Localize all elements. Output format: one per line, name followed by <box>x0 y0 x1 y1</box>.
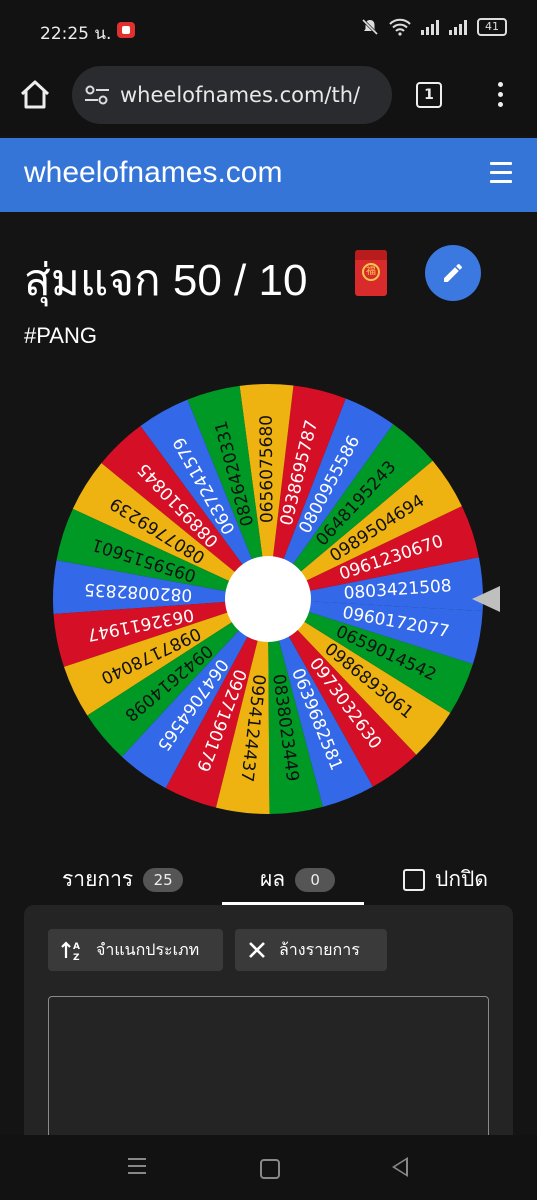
hide-label: ปกปิด <box>435 867 489 891</box>
url-text: wheelofnames.com/th/ <box>120 83 361 107</box>
address-bar[interactable]: wheelofnames.com/th/ <box>72 66 392 124</box>
entries-panel: AZ จำแนกประเภท ล้างรายการ <box>24 905 513 1146</box>
back-nav-icon[interactable] <box>392 1157 408 1177</box>
wheel-center-hub[interactable] <box>225 556 311 642</box>
status-icons: 41 <box>361 18 507 36</box>
browser-menu-icon[interactable] <box>494 82 506 112</box>
site-header: wheelofnames.com <box>0 138 537 212</box>
svg-text:Z: Z <box>73 953 80 962</box>
tab-entries-label: รายการ <box>62 867 134 891</box>
pencil-icon <box>444 263 462 282</box>
red-envelope-icon: 福 <box>355 250 387 296</box>
wheel-entry-label: 0656075680 <box>257 415 278 523</box>
hide-toggle[interactable]: ปกปิด <box>403 863 488 896</box>
entries-count-badge: 25 <box>143 867 184 892</box>
recent-apps-icon[interactable] <box>128 1158 146 1179</box>
sort-icon: AZ <box>61 941 80 962</box>
wheel-pointer <box>472 586 500 612</box>
screen-record-icon <box>117 22 135 38</box>
clear-label: ล้างรายการ <box>279 939 360 959</box>
edit-title-button[interactable] <box>425 245 481 301</box>
status-bar: 22:25 น. 41 <box>0 0 537 62</box>
battery-icon: 41 <box>477 18 507 36</box>
status-time: 22:25 น. <box>40 24 112 44</box>
signal-icon-2 <box>449 19 467 35</box>
system-nav-bar <box>0 1135 537 1200</box>
tab-entries[interactable]: รายการ 25 <box>62 863 184 896</box>
sort-button[interactable]: AZ จำแนกประเภท <box>48 929 223 971</box>
mute-icon <box>361 18 379 36</box>
clear-list-button[interactable]: ล้างรายการ <box>235 929 387 971</box>
spin-wheel[interactable]: 0803421508096123067009895046940648195243… <box>52 383 484 815</box>
wheel-title: สุ่มแจก 50 / 10 <box>24 256 308 305</box>
tab-results-label: ผล <box>260 867 286 891</box>
sort-label: จำแนกประเภท <box>96 939 200 959</box>
tab-results[interactable]: ผล 0 <box>260 863 336 896</box>
envelope-fu-char: 福 <box>362 263 380 281</box>
wifi-icon <box>389 18 411 36</box>
home-icon[interactable] <box>18 78 52 112</box>
hamburger-menu-icon[interactable] <box>490 162 512 186</box>
site-settings-icon[interactable] <box>84 84 110 106</box>
entries-results-tabs: รายการ 25 ผล 0 ปกปิด <box>0 855 537 905</box>
hide-checkbox[interactable] <box>403 868 425 891</box>
entries-textarea[interactable] <box>48 996 489 1146</box>
tab-switcher-button[interactable]: 1 <box>416 82 442 108</box>
browser-toolbar: wheelofnames.com/th/ 1 <box>0 62 537 136</box>
results-count-badge: 0 <box>295 867 336 892</box>
svg-text:A: A <box>73 942 80 952</box>
signal-icon-1 <box>421 19 439 35</box>
site-logo[interactable]: wheelofnames.com <box>24 156 282 190</box>
wheel-description: #PANG <box>24 323 97 348</box>
close-icon <box>249 942 265 958</box>
home-nav-icon[interactable] <box>260 1159 280 1179</box>
